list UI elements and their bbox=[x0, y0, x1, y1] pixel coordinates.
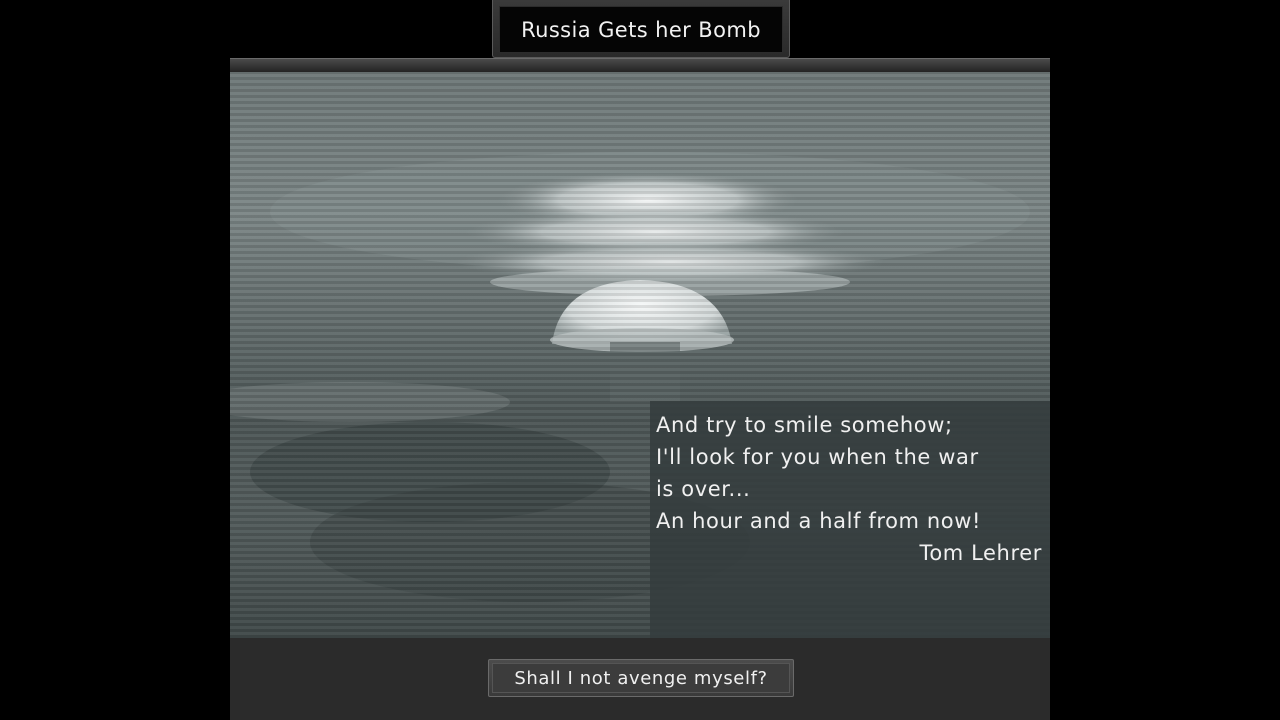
quote-line: And try to smile somehow; bbox=[656, 413, 953, 437]
window-top-bar bbox=[230, 58, 1050, 72]
quote-author: Tom Lehrer bbox=[919, 541, 1042, 565]
event-title-tab: Russia Gets her Bomb bbox=[492, 0, 790, 58]
quote-box: And try to smile somehow; I'll look for … bbox=[650, 401, 1050, 638]
event-title: Russia Gets her Bomb bbox=[499, 6, 783, 53]
quote-line: is over... bbox=[656, 477, 751, 501]
event-option-label: Shall I not avenge myself? bbox=[492, 663, 790, 693]
event-picture: And try to smile somehow; I'll look for … bbox=[230, 72, 1050, 638]
quote-line: I'll look for you when the war bbox=[656, 445, 979, 469]
quote-line: An hour and a half from now! bbox=[656, 509, 982, 533]
event-option-button[interactable]: Shall I not avenge myself? bbox=[488, 659, 794, 697]
event-window: And try to smile somehow; I'll look for … bbox=[230, 58, 1050, 720]
